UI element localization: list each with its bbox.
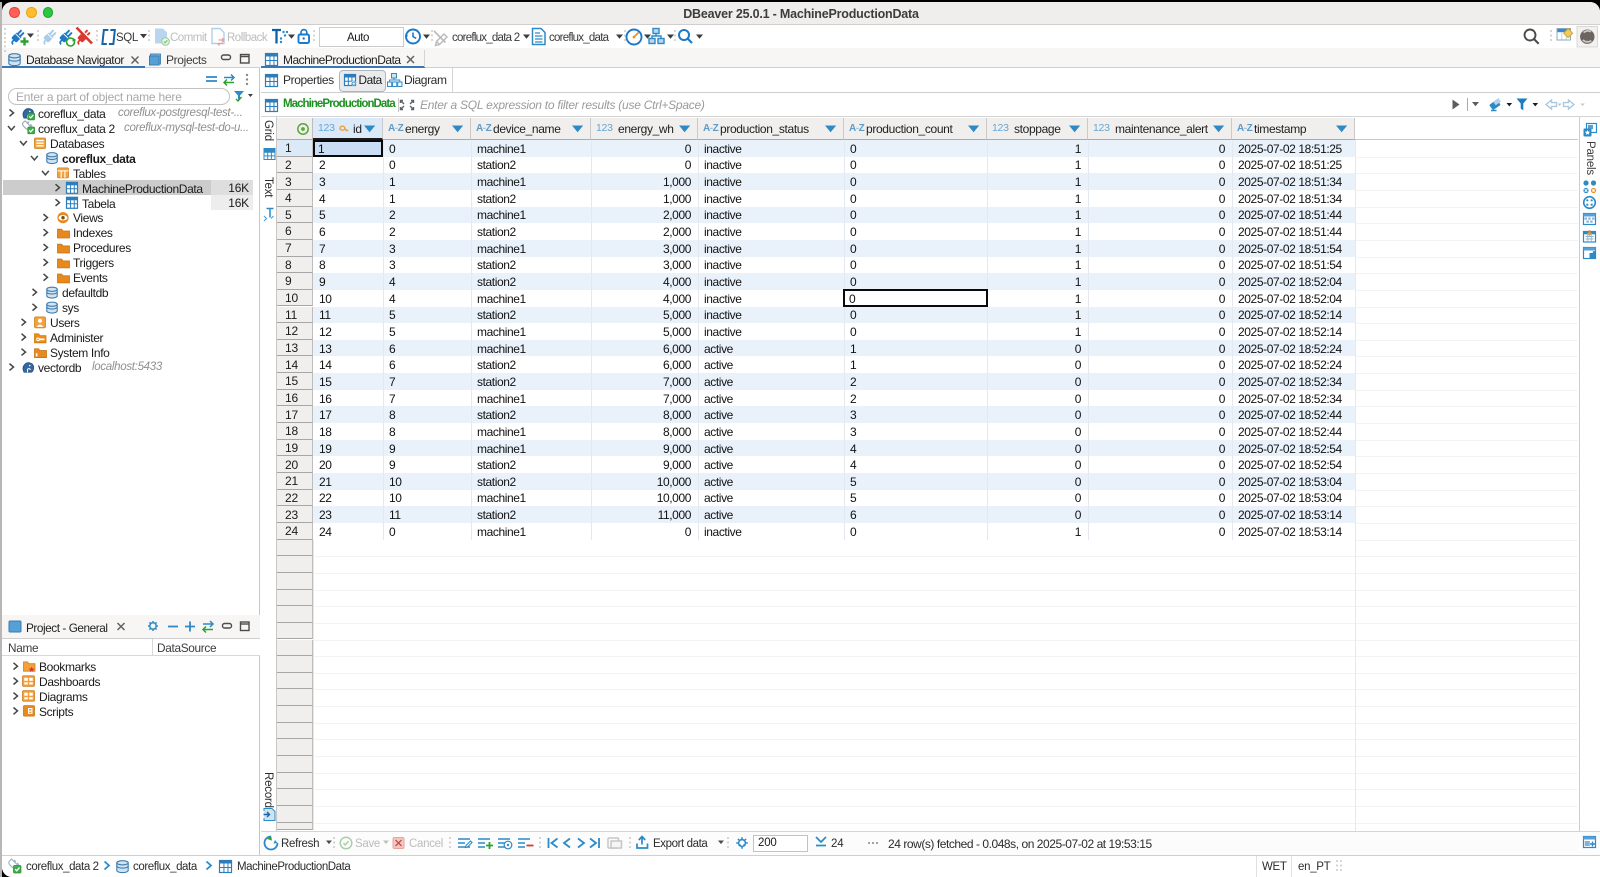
svg-text:Rollback: Rollback bbox=[227, 32, 268, 44]
svg-text:Auto: Auto bbox=[347, 32, 369, 44]
svg-text:Commit: Commit bbox=[170, 32, 208, 44]
svg-text:coreflux_data 2: coreflux_data 2 bbox=[452, 32, 520, 44]
svg-text:SQL: SQL bbox=[116, 32, 139, 44]
svg-text:coreflux_data: coreflux_data bbox=[549, 32, 610, 44]
